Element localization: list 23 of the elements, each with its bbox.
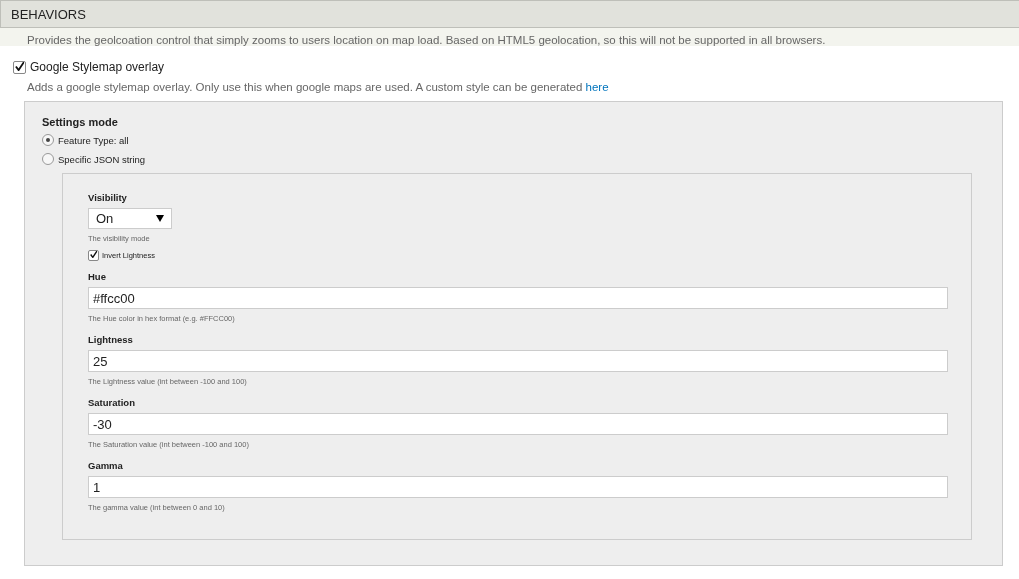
radio-label: Specific JSON string <box>58 153 146 165</box>
field-label: Visibility <box>88 192 128 203</box>
field-label: Saturation <box>88 397 136 408</box>
settings-mode-title: Settings mode <box>42 116 119 128</box>
caret-icon <box>156 215 164 222</box>
radio-button[interactable] <box>42 153 54 165</box>
behavior-description: Adds a google stylemap overlay. Only use this when google maps are used. A custom style can be generated here <box>27 81 610 93</box>
radio-label: Feature Type: all <box>58 134 129 146</box>
field-label: Hue <box>88 271 107 282</box>
here-link[interactable]: here <box>585 81 609 93</box>
checkbox[interactable] <box>13 60 26 74</box>
behavior-description: Provides the geolcoation control that simply zooms to users location on map load. Based on HTML5 geolocation, so this will not be supported in all browsers. <box>27 34 826 46</box>
input-field[interactable]: -30 <box>88 413 948 435</box>
input-field[interactable]: 25 <box>88 350 948 372</box>
field-label: Lightness <box>88 334 134 345</box>
radio-button[interactable] <box>42 134 54 146</box>
input-field[interactable]: #ffcc00 <box>88 287 948 309</box>
checkbox[interactable] <box>88 250 99 261</box>
section-title: BEHAVIORS <box>11 6 86 22</box>
field-label: Gamma <box>88 460 124 471</box>
visibility-select[interactable]: On <box>88 208 172 229</box>
input-field[interactable]: 1 <box>88 476 948 498</box>
checkbox-label: Google Stylemap overlay <box>30 60 165 74</box>
